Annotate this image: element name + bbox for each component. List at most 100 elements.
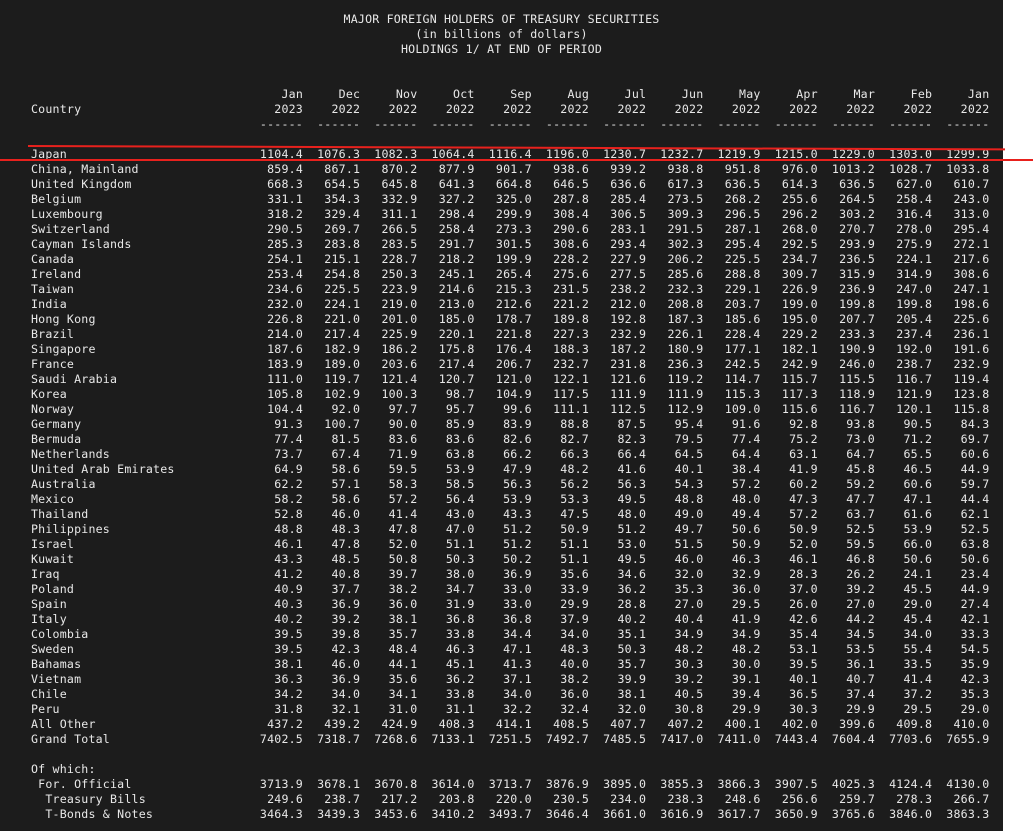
table-row: Grand Total 7402.5 7318.7 7268.6 7133.1 7251.…	[0, 732, 1003, 747]
holding-value: 4124.4	[889, 777, 933, 791]
holding-value: 272.1	[953, 237, 990, 251]
holding-value: 52.8	[274, 507, 303, 521]
holding-value: 293.4	[610, 237, 647, 251]
holding-value: 32.0	[674, 567, 704, 581]
column-header-year: 2022	[846, 102, 875, 116]
holding-value: 56.2	[560, 477, 589, 491]
holding-value: 308.6	[953, 267, 990, 281]
holding-value: 49.5	[617, 552, 647, 566]
holding-value: 7492.7	[545, 732, 589, 746]
holding-value: 226.9	[781, 282, 818, 296]
holding-value: 275.6	[553, 267, 589, 281]
header-month-row: Jan Dec Nov Oct Sep Aug Jul Jun May Apr Mar Feb Jan	[0, 87, 1003, 102]
holding-value: 115.7	[781, 372, 818, 386]
holding-value: 236.1	[953, 327, 990, 341]
holding-value: 185.6	[724, 312, 761, 326]
holding-value: 408.5	[553, 717, 589, 731]
holding-value: 112.9	[667, 402, 704, 416]
holding-value: 116.7	[896, 372, 933, 386]
holding-value: 190.9	[839, 342, 875, 356]
holding-value: 668.3	[267, 177, 303, 191]
holding-value: 47.8	[331, 537, 361, 551]
holding-value: 399.6	[839, 717, 875, 731]
holding-value: 273.3	[495, 222, 532, 236]
header-year-row: Country 2023 2022 2022 2022 2022 2022 2022 2022…	[0, 102, 1003, 117]
holding-value: 43.3	[274, 552, 303, 566]
holding-value: 35.3	[960, 687, 990, 701]
holding-value: 3650.9	[774, 807, 818, 821]
column-header-rule: ------	[488, 117, 532, 131]
holding-value: 36.9	[503, 567, 532, 581]
holding-value: 40.7	[846, 672, 875, 686]
column-header-rule: ------	[603, 117, 647, 131]
holding-value: 34.0	[560, 627, 589, 641]
holding-value: 77.4	[731, 432, 761, 446]
holding-value: 249.6	[267, 792, 303, 806]
holding-value: 232.9	[953, 357, 990, 371]
holding-value: 278.3	[896, 792, 933, 806]
holding-value: 58.6	[331, 492, 361, 506]
holding-value: 50.2	[503, 552, 532, 566]
holding-value: 34.4	[503, 627, 532, 641]
holding-value: 32.9	[731, 567, 761, 581]
holding-value: 48.0	[731, 492, 761, 506]
holding-value: 66.4	[617, 447, 647, 461]
holding-value: 38.2	[388, 582, 418, 596]
holding-value: 29.5	[903, 702, 933, 716]
holding-value: 400.1	[724, 717, 761, 731]
country-name: Netherlands	[31, 447, 110, 461]
holding-value: 409.8	[896, 717, 933, 731]
country-name: Saudi Arabia	[31, 372, 118, 386]
table-row: United Kingdom 668.3 654.5 645.8 641.3 664.8 6…	[0, 177, 1003, 192]
holding-value: 36.9	[331, 597, 361, 611]
holding-value: 50.8	[388, 552, 418, 566]
holding-value: 256.6	[781, 792, 818, 806]
table-row: Sweden 39.5 42.3 48.4 46.3 47.1 48.3 50.3 48.2 48…	[0, 642, 1003, 657]
holding-value: 28.8	[617, 597, 647, 611]
holding-value: 7133.1	[431, 732, 475, 746]
holding-value: 38.4	[731, 462, 761, 476]
holding-value: 288.8	[724, 267, 761, 281]
holding-value: 46.3	[731, 552, 761, 566]
holding-value: 46.8	[846, 552, 875, 566]
holding-value: 201.0	[381, 312, 418, 326]
holding-value: 104.9	[495, 387, 532, 401]
country-name: Germany	[31, 417, 82, 431]
holding-value: 182.1	[781, 342, 818, 356]
holding-value: 203.7	[724, 297, 761, 311]
holding-value: 119.4	[953, 372, 990, 386]
holding-value: 645.8	[381, 177, 418, 191]
holding-value: 203.6	[381, 357, 418, 371]
holding-value: 47.7	[846, 492, 875, 506]
holding-value: 218.2	[438, 252, 475, 266]
holding-value: 224.1	[896, 252, 933, 266]
holding-value: 49.0	[674, 507, 704, 521]
holding-value: 295.4	[953, 222, 990, 236]
table-row: Chile 34.2 34.0 34.1 33.8 34.0 36.0 38.1 40.5 39.…	[0, 687, 1003, 702]
holding-value: 47.1	[903, 492, 933, 506]
holding-value: 206.7	[495, 357, 532, 371]
column-header-month: Jul	[624, 87, 647, 101]
holding-value: 46.1	[789, 552, 818, 566]
holding-value: 285.3	[267, 237, 303, 251]
holding-value: 183.9	[267, 357, 303, 371]
country-name: Norway	[31, 402, 75, 416]
column-header-rule: ------	[545, 117, 589, 131]
holding-value: 83.6	[388, 432, 418, 446]
holding-value: 90.5	[903, 417, 933, 431]
holding-value: 938.8	[667, 162, 704, 176]
holding-value: 60.6	[960, 447, 990, 461]
holding-value: 44.4	[960, 492, 990, 506]
holding-value: 39.1	[731, 672, 761, 686]
holding-value: 45.1	[445, 657, 475, 671]
holding-value: 7604.4	[831, 732, 875, 746]
holding-value: 111.9	[667, 387, 704, 401]
holding-value: 237.4	[896, 327, 933, 341]
holding-value: 315.9	[839, 267, 875, 281]
holding-value: 95.7	[445, 402, 475, 416]
country-name: All Other	[31, 717, 96, 731]
holding-value: 36.2	[617, 582, 647, 596]
holding-value: 46.0	[674, 552, 704, 566]
holding-value: 42.6	[789, 612, 818, 626]
column-header-year: 2022	[617, 102, 647, 116]
